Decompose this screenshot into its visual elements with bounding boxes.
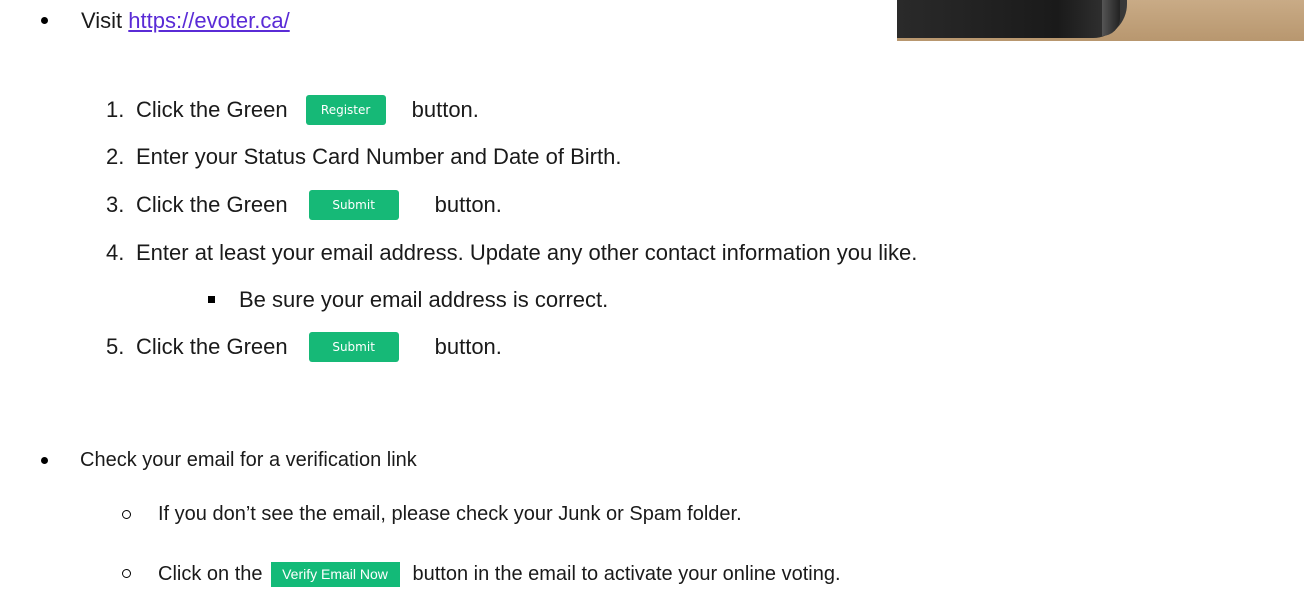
verify-email-button[interactable]: Verify Email Now: [270, 561, 400, 587]
step-5-before: Click the Green: [136, 334, 288, 359]
verify-before: Click on the: [158, 562, 263, 585]
step-1: 1. Click the Green Register button.: [106, 95, 479, 125]
bullet-square: [208, 296, 215, 303]
verify-email-note: Click on the Verify Email Now button in …: [158, 560, 841, 588]
step-5-after: button.: [434, 334, 502, 359]
step-3-after: button.: [434, 192, 502, 217]
bullet-dot: [41, 457, 48, 464]
step-4-text: Enter at least your email address. Updat…: [136, 240, 918, 265]
step-1-number: 1.: [106, 97, 125, 122]
visit-line: Visit https://evoter.ca/: [81, 8, 290, 34]
verify-after: button in the email to activate your onl…: [412, 562, 841, 585]
evoter-link[interactable]: https://evoter.ca/: [128, 8, 289, 34]
submit-button-2[interactable]: Submit: [308, 332, 399, 362]
step-4-number: 4.: [106, 240, 125, 265]
junk-spam-note: If you don’t see the email, please check…: [158, 500, 742, 528]
junk-spam-text: If you don’t see the email, please check…: [158, 502, 742, 525]
register-button[interactable]: Register: [305, 95, 386, 125]
phone-photo: [897, 0, 1304, 41]
step-5: 5. Click the Green Submit button.: [106, 332, 502, 362]
step-3-before: Click the Green: [136, 192, 288, 217]
step-1-after: button.: [411, 97, 479, 122]
step-3-number: 3.: [106, 192, 125, 217]
bullet-circle: [122, 569, 131, 578]
step-5-number: 5.: [106, 334, 125, 359]
step-1-before: Click the Green: [136, 97, 288, 122]
phone-device-image: [897, 0, 1127, 38]
step-4: 4. Enter at least your email address. Up…: [106, 238, 917, 268]
email-correct-text: Be sure your email address is correct.: [239, 287, 609, 312]
step-2-number: 2.: [106, 144, 125, 169]
submit-button[interactable]: Submit: [308, 190, 399, 220]
step-3: 3. Click the Green Submit button.: [106, 190, 502, 220]
bullet-circle: [122, 510, 131, 519]
email-correct-note: Be sure your email address is correct.: [239, 285, 608, 315]
check-email-text: Check your email for a verification link: [80, 448, 417, 471]
step-2: 2. Enter your Status Card Number and Dat…: [106, 142, 621, 172]
check-email-line: Check your email for a verification link: [80, 446, 417, 474]
visit-prefix: Visit: [81, 8, 123, 33]
bullet-dot: [41, 17, 48, 24]
step-2-text: Enter your Status Card Number and Date o…: [136, 144, 622, 169]
phone-edge-image: [1102, 0, 1120, 36]
